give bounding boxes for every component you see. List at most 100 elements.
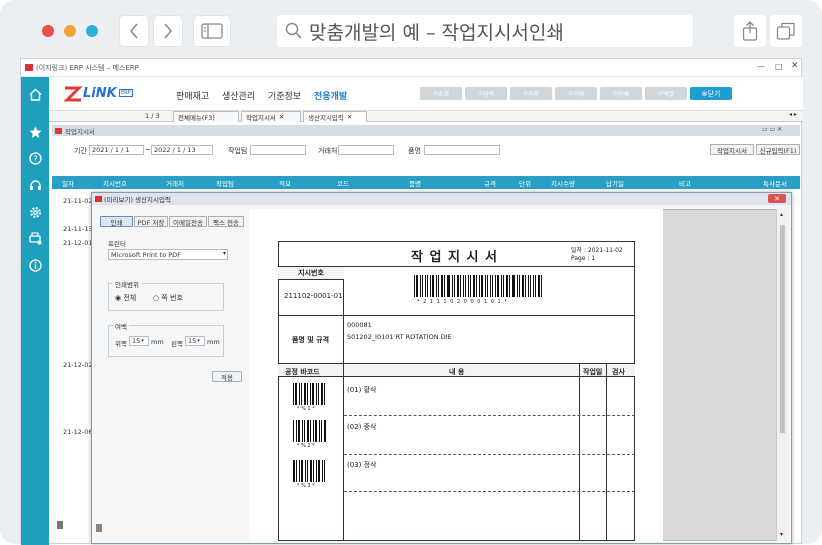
col-worker[interactable]: 작업팀 <box>202 176 248 189</box>
headset-icon[interactable] <box>28 178 42 192</box>
document-page-number: Page : 1 <box>571 255 596 262</box>
radio-page[interactable]: ○ 쪽 번호 <box>153 293 183 303</box>
info-icon[interactable] <box>28 258 42 272</box>
tab-print[interactable]: 인쇄 <box>100 216 133 227</box>
col-memo[interactable]: 적요 <box>262 176 308 189</box>
col-unit[interactable]: 단위 <box>510 176 540 189</box>
toolbar-input-button[interactable]: ⊙ 입력 <box>465 87 507 100</box>
tabs-button[interactable] <box>770 15 802 47</box>
dialog-scroll-handle[interactable] <box>96 524 102 532</box>
barcode-bar <box>511 275 513 297</box>
col-order-no[interactable]: 지시번호 <box>92 176 138 189</box>
client-input[interactable] <box>338 145 394 155</box>
tab-email[interactable]: 이메일전송 <box>169 216 207 227</box>
print-work-order-button[interactable]: 작업지시서 <box>710 144 754 155</box>
date-from-input[interactable]: 2021 / 1 / 1 <box>89 145 144 155</box>
menu-sales-inventory[interactable]: 판매재고 <box>176 89 209 102</box>
settings-gear-icon[interactable] <box>28 205 42 219</box>
table-row[interactable]: 21-11-02 <box>63 197 93 205</box>
printer-settings-icon[interactable] <box>28 231 42 245</box>
close-icon[interactable]: ✕ <box>347 113 352 121</box>
margin-left-input[interactable]: 15 ▾ <box>185 336 205 346</box>
worker-input[interactable] <box>250 145 306 155</box>
item-input[interactable] <box>424 145 500 155</box>
order-barcode <box>414 275 544 297</box>
close-icon[interactable]: ✕ <box>279 113 284 121</box>
menu-master-data[interactable]: 기준정보 <box>268 89 301 102</box>
margin-group: 여백 위쪽 15 ▾ mm 왼쪽 15 ▾ mm <box>108 321 224 357</box>
col-client[interactable]: 거래처 <box>152 176 198 189</box>
barcode-bar <box>310 460 312 482</box>
barcode-bar <box>419 275 421 297</box>
home-icon[interactable] <box>28 87 42 101</box>
window-close-button[interactable]: ✕ <box>791 61 799 71</box>
print-range-label: 인쇄범위 <box>113 279 141 289</box>
col-qty[interactable]: 지시수량 <box>540 176 586 189</box>
preview-scrollbar[interactable]: ▴ ▾ <box>776 209 788 541</box>
forward-button[interactable] <box>153 15 183 47</box>
back-button[interactable] <box>119 15 149 47</box>
dialog-titlebar: (미리보기) 생산지시입력 ✕ <box>92 193 791 205</box>
favorites-icon[interactable] <box>28 125 42 139</box>
close-dot[interactable] <box>42 25 54 37</box>
table-row[interactable]: 21-12-06 <box>63 428 93 436</box>
grid-scroll-handle[interactable] <box>57 521 63 529</box>
step-barcode <box>293 383 327 405</box>
tab-work-order[interactable]: 작업지시서 ✕ <box>241 111 301 122</box>
app-window-title: (이지링크) ERP 시스템 – 메스ERP <box>36 63 139 72</box>
toolbar-save-button[interactable]: ⊙ 저장 <box>510 87 552 100</box>
maximize-dot[interactable] <box>86 25 98 37</box>
tab-all-menu[interactable]: 전체메뉴(F3) <box>173 111 239 122</box>
minimize-dot[interactable] <box>64 25 76 37</box>
share-icon <box>742 21 758 41</box>
margin-top-input[interactable]: 15 ▾ <box>129 336 149 346</box>
col-spec[interactable]: 규격 <box>467 176 513 189</box>
address-bar[interactable]: 맞춤개발의 예 – 작업지시서인쇄 <box>277 15 693 47</box>
form-window-buttons[interactable]: ▭ ▭ ✕ <box>762 126 782 133</box>
new-entry-button[interactable]: 신규입력(F1) <box>756 144 800 155</box>
scroll-down-icon[interactable]: ▾ <box>780 531 783 538</box>
apply-button[interactable]: 적용 <box>212 371 242 382</box>
barcode-bar <box>508 275 510 297</box>
window-minimize-button[interactable]: — <box>757 62 765 71</box>
scroll-up-icon[interactable]: ▴ <box>780 211 783 218</box>
chevron-down-icon: ▾ <box>222 250 226 257</box>
tab-scroll-arrows[interactable]: ◂ ▸ <box>789 111 797 118</box>
scroll-thumb[interactable] <box>780 225 785 433</box>
order-no-header: 지시번호 <box>278 267 344 280</box>
table-row[interactable]: 21-12-01 <box>63 239 93 247</box>
tab-pdf-save[interactable]: PDF 저장 <box>134 216 168 227</box>
barcode-bar <box>313 460 314 482</box>
toolbar-delete-button[interactable]: ⊙ 삭제 <box>555 87 597 100</box>
col-date[interactable]: 일자 <box>52 176 84 189</box>
col-code[interactable]: 코드 <box>320 176 366 189</box>
share-button[interactable] <box>734 15 766 47</box>
logo-text: LiNK <box>83 86 117 101</box>
toolbar-excel-button[interactable]: ⊙ 엑셀 <box>645 87 687 100</box>
col-attach[interactable]: 특사문서 <box>752 176 798 189</box>
sidebar-toggle-button[interactable] <box>193 15 231 47</box>
barcode-bar <box>296 420 297 442</box>
tab-fax[interactable]: 팩스 전송 <box>208 216 244 227</box>
printer-select[interactable]: Microsoft Print to PDF ▾ <box>108 249 228 260</box>
toolbar-close-button[interactable]: ⊗ 닫기 <box>690 87 732 100</box>
col-remarks[interactable]: 비고 <box>662 176 708 189</box>
col-item[interactable]: 품명 <box>392 176 438 189</box>
period-label: 기간 <box>74 147 87 155</box>
window-maximize-button[interactable]: □ <box>775 62 783 71</box>
menu-production[interactable]: 생산관리 <box>222 89 255 102</box>
help-icon[interactable]: ? <box>28 151 42 165</box>
table-row[interactable]: 21-12-02 <box>63 361 93 369</box>
toolbar-search-button[interactable]: ⊙ 조회 <box>420 87 462 100</box>
barcode-bar <box>480 275 483 297</box>
barcode-bar <box>502 275 504 297</box>
date-to-input[interactable]: 2022 / 1 / 13 <box>151 145 213 155</box>
radio-all[interactable]: ◉ 전체 <box>115 293 136 303</box>
tab-production-order[interactable]: 생산지시입력 ✕ <box>303 111 367 122</box>
toolbar-print-button[interactable]: ⊙ 인쇄 <box>600 87 642 100</box>
col-due-date[interactable]: 납기일 <box>592 176 638 189</box>
table-row[interactable]: 21-11-13 <box>63 225 93 233</box>
menu-custom-dev[interactable]: 전용개발 <box>314 89 347 102</box>
tab-work-order-label: 작업지시서 <box>246 114 276 122</box>
dialog-close-button[interactable]: ✕ <box>768 194 786 203</box>
